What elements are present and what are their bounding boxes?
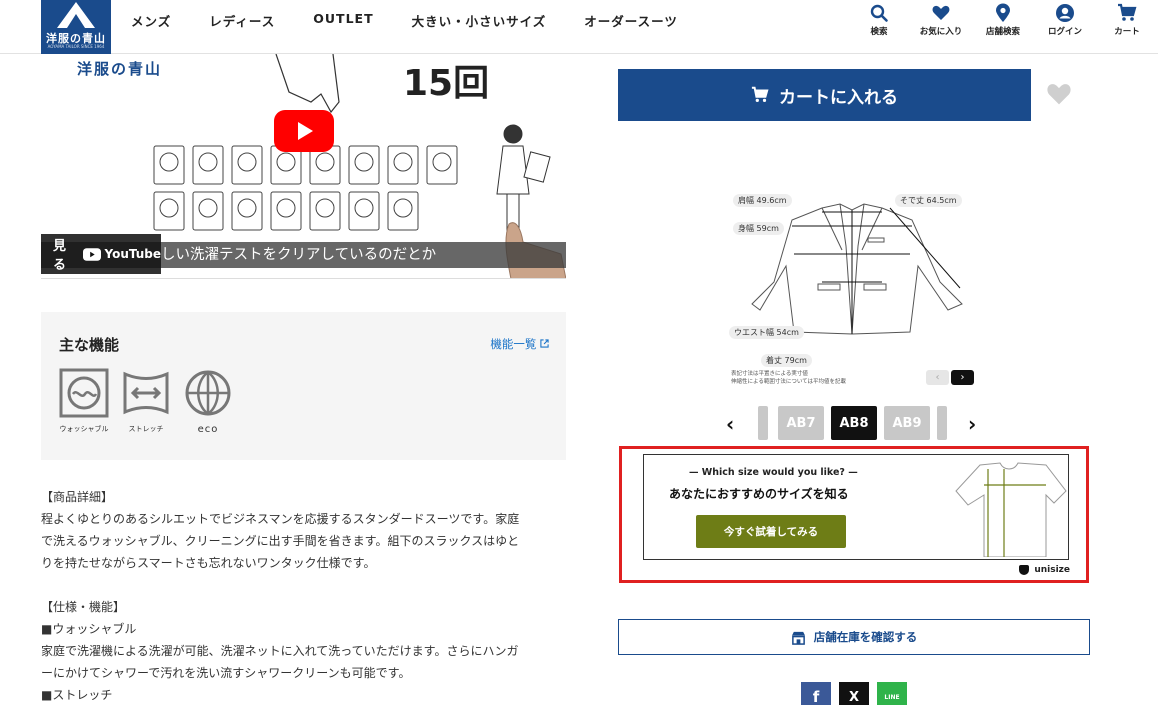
- stretch-icon: [123, 371, 169, 415]
- eco-icon: [185, 370, 231, 416]
- social-share: f X LINE: [801, 682, 907, 705]
- nav-ladies[interactable]: レディース: [209, 11, 275, 30]
- product-video[interactable]: 洋服の青山 15回 しい洗濯テストをクリアしているのだとか 見る YouTube: [41, 54, 566, 279]
- desc-heading-specs: 【仕様・機能】: [41, 600, 126, 614]
- x-share-icon[interactable]: X: [839, 682, 869, 705]
- features-title: 主な機能: [59, 336, 120, 354]
- logo-mark-icon: [57, 2, 95, 28]
- feature-washable-label: ウォッシャブル: [59, 425, 109, 433]
- desc-item-washable: ■ウォッシャブル: [41, 622, 137, 636]
- measure-length: 着丈 79cm: [761, 354, 812, 367]
- desc-body-line: 程よくゆとりのあるシルエットでビジネスマンを応援するスタンダードスーツです。家庭: [41, 512, 520, 526]
- external-link-icon: [540, 339, 549, 348]
- unisize-card: — Which size would you like? — あなたにおすすめの…: [643, 454, 1069, 560]
- header-login-label: ログイン: [1047, 27, 1082, 37]
- feature-stretch-label: ストレッチ: [128, 425, 164, 433]
- product-description: 【商品詳細】 程よくゆとりのあるシルエットでビジネスマンを応援するスタンダードス…: [41, 486, 561, 705]
- desc-body-line: 家庭で洗濯機による洗濯が可能、洗濯ネットに入れて洗っていただけます。さらにハンガ: [41, 644, 519, 658]
- header-login[interactable]: ログイン: [1034, 3, 1096, 37]
- heart-icon: [932, 5, 950, 20]
- map-pin-icon: [996, 3, 1010, 23]
- measure-waist: ウエスト幅 54cm: [729, 326, 804, 339]
- header-search-label: 検索: [870, 27, 888, 37]
- features-list-link-label: 機能一覧: [490, 337, 537, 351]
- unisize-widget: — Which size would you like? — あなたにおすすめの…: [619, 446, 1089, 583]
- header-favorites-label: お気に入り: [919, 27, 963, 37]
- site-logo[interactable]: 洋服の青山 AOYAMA TAILOR SINCE 1964: [41, 0, 111, 54]
- desc-body-line: で洗えるウォッシャブル、クリーニングに出す手間を省きます。組下のスラックスはゆと: [41, 534, 520, 548]
- header-store-search-label: 店舗検索: [985, 27, 1020, 37]
- unisize-logo: unisize: [1019, 565, 1070, 575]
- size-option-selected[interactable]: AB8: [831, 406, 877, 440]
- line-share-icon[interactable]: LINE: [877, 682, 907, 705]
- feature-eco: eco: [182, 368, 234, 435]
- main-nav: メンズ レディース OUTLET 大きい・小さいサイズ オーダースーツ: [131, 11, 716, 30]
- cart-icon: [751, 86, 769, 103]
- unisize-headline: あなたにおすすめのサイズを知る: [669, 487, 849, 501]
- desc-body-line: ーにかけてシャワーで汚れを洗い流すシャワークリーンも可能です。: [41, 666, 411, 680]
- size-prev-arrow[interactable]: ‹: [726, 412, 734, 436]
- add-to-cart-button[interactable]: カートに入れる: [618, 69, 1031, 121]
- washable-icon: [59, 368, 109, 418]
- site-header: 洋服の青山 AOYAMA TAILOR SINCE 1964 メンズ レディース…: [0, 0, 1158, 54]
- facebook-share-icon[interactable]: f: [801, 682, 831, 705]
- header-icons: 検索 お気に入り 店舗検索 ログイン カート: [848, 3, 1158, 37]
- size-option[interactable]: AB9: [884, 406, 930, 440]
- size-option-partial[interactable]: [937, 406, 947, 440]
- unisize-logo-text: unisize: [1034, 565, 1070, 575]
- diagram-prev-button[interactable]: ‹: [926, 370, 949, 385]
- diagram-carousel-arrows: ‹ ›: [926, 370, 974, 385]
- unisize-logo-icon: [1019, 565, 1030, 575]
- check-store-stock-button[interactable]: 店舗在庫を確認する: [618, 619, 1090, 655]
- measure-chest: 身幅 59cm: [733, 222, 784, 235]
- youtube-logo-icon: [83, 247, 102, 261]
- add-to-cart-label: カートに入れる: [779, 87, 898, 108]
- store-icon: [791, 631, 805, 645]
- header-favorites[interactable]: お気に入り: [910, 3, 972, 37]
- logo-subtext: AOYAMA TAILOR SINCE 1964: [47, 44, 105, 49]
- nav-order-suits[interactable]: オーダースーツ: [584, 11, 678, 30]
- features-list-link[interactable]: 機能一覧: [490, 336, 549, 352]
- cart-icon: [1118, 3, 1137, 21]
- youtube-label: YouTube: [104, 247, 161, 261]
- try-on-button[interactable]: 今すぐ試着してみる: [696, 515, 846, 548]
- size-option[interactable]: AB7: [778, 406, 824, 440]
- search-icon: [870, 4, 888, 22]
- nav-mens[interactable]: メンズ: [131, 11, 171, 30]
- header-cart[interactable]: カート: [1096, 3, 1158, 37]
- measure-note: 表記寸法は平置きによる実寸値 伸縮性による範囲寸法については平均値を記載: [731, 370, 846, 386]
- header-search[interactable]: 検索: [848, 3, 910, 37]
- youtube-logo: YouTube: [83, 247, 161, 261]
- favorite-heart-icon[interactable]: [1046, 81, 1072, 107]
- unisize-question: — Which size would you like? —: [689, 467, 858, 478]
- feature-washable: ウォッシャブル: [58, 368, 110, 434]
- feature-eco-label: eco: [197, 424, 219, 435]
- size-selector: ‹ AB7 AB8 AB9 ›: [722, 406, 990, 440]
- header-store-search[interactable]: 店舗検索: [972, 3, 1034, 37]
- size-next-arrow[interactable]: ›: [968, 412, 976, 436]
- user-icon: [1056, 4, 1074, 22]
- nav-big-small-size[interactable]: 大きい・小さいサイズ: [412, 11, 547, 30]
- header-cart-label: カート: [1114, 27, 1140, 37]
- desc-body-line: りを持たせながらスマートさも忘れないワンタック仕様です。: [41, 556, 376, 570]
- diagram-next-button[interactable]: ›: [951, 370, 974, 385]
- measure-note-line: 伸縮性による範囲寸法については平均値を記載: [731, 379, 847, 385]
- watch-label: 見る: [53, 239, 67, 273]
- nav-outlet[interactable]: OUTLET: [313, 11, 373, 30]
- measure-sleeve: そで丈 64.5cm: [895, 194, 962, 207]
- youtube-play-icon[interactable]: [274, 110, 334, 152]
- size-option-partial[interactable]: [758, 406, 768, 440]
- feature-stretch: ストレッチ: [120, 368, 172, 434]
- desc-heading-details: 【商品詳細】: [41, 490, 114, 504]
- check-store-stock-label: 店舗在庫を確認する: [813, 630, 918, 644]
- desc-item-stretch: ■ストレッチ: [41, 688, 113, 702]
- features-box: 主な機能 機能一覧 ウォッシャブル ストレッチ eco: [41, 312, 566, 460]
- tshirt-size-icon: [955, 462, 1067, 557]
- measure-shoulder: 肩幅 49.6cm: [733, 194, 792, 207]
- measure-note-line: 表記寸法は平置きによる実寸値: [731, 371, 808, 377]
- watch-on-youtube[interactable]: 見る YouTube: [41, 234, 161, 274]
